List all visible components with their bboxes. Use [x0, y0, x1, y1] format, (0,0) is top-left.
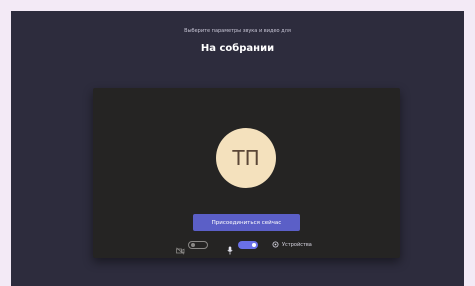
microphone-toggle-knob [252, 243, 256, 247]
devices-button[interactable]: Устройства [272, 240, 312, 250]
meeting-title: На собрании [200, 43, 275, 54]
camera-off-icon[interactable] [176, 240, 185, 259]
avatar-initials: ТП [232, 146, 260, 170]
join-now-button[interactable]: Присоединиться сейчас [193, 214, 300, 231]
microphone-toggle[interactable] [238, 241, 258, 249]
gear-icon [272, 241, 279, 250]
avatar: ТП [216, 128, 276, 188]
page-subtitle: Выберите параметры звука и видео для [184, 28, 291, 34]
media-controls: Устройства [93, 238, 400, 255]
camera-toggle[interactable] [188, 241, 208, 249]
devices-label: Устройства [282, 242, 312, 248]
video-preview: ТП Присоединиться сейчас Устройства [93, 88, 400, 258]
meeting-prejoin-screen: Выберите параметры звука и видео для На … [11, 11, 464, 286]
microphone-icon[interactable] [227, 240, 233, 259]
camera-toggle-knob [191, 243, 195, 247]
